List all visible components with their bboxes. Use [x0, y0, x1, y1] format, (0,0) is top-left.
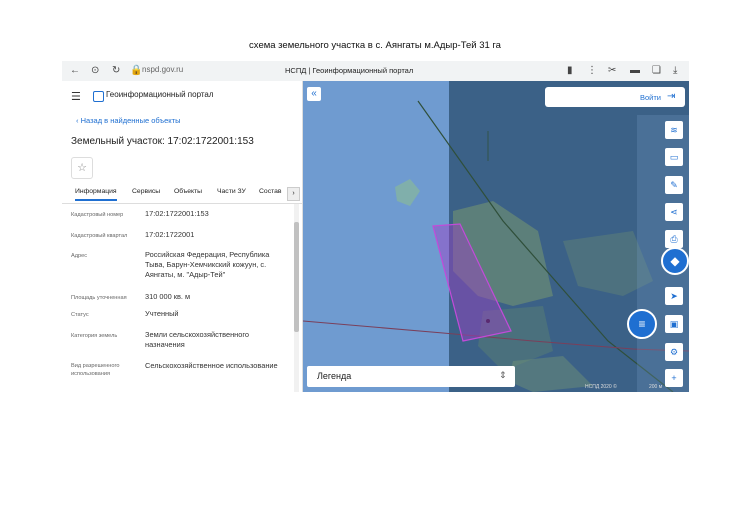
address-value: Российская Федерация, Республика Тыва, Б…	[145, 250, 270, 279]
screenshot: ← ⊙ ↻ 🔒 nspd.gov.ru НСПД | Геоинформацио…	[62, 61, 689, 392]
lock-icon: 🔒	[130, 65, 143, 76]
portal-logo-icon	[93, 91, 104, 102]
settings-icon[interactable]: ⚙	[665, 343, 683, 361]
reload-icon[interactable]: ↻	[112, 65, 120, 77]
hamburger-menu-icon[interactable]: ☰	[71, 90, 81, 103]
login-label: Войти	[640, 93, 661, 102]
status-value: Учтенный	[145, 309, 179, 318]
page-tab-title: НСПД | Геоинформационный портал	[285, 66, 414, 75]
page-title: Земельный участок: 17:02:1722001:153	[71, 136, 254, 147]
locate-icon[interactable]: ➤	[665, 287, 683, 305]
tab-objects[interactable]: Объекты	[174, 188, 202, 195]
login-button[interactable]: Войти ⇥	[545, 87, 685, 107]
ruler-icon[interactable]: ▭	[665, 148, 683, 166]
area-value: 310 000 кв. м	[145, 292, 191, 301]
menu-dots-icon[interactable]: ⋮	[587, 65, 597, 77]
map-copyright: НСПД 2020 ©	[585, 384, 617, 390]
list-menu-fab-icon[interactable]: ≡	[627, 309, 657, 339]
share-icon[interactable]: ⋖	[665, 203, 683, 221]
tab-information[interactable]: Информация	[75, 188, 117, 201]
address-bar[interactable]: nspd.gov.ru	[142, 65, 183, 74]
bookmark-icon[interactable]: ▮	[567, 65, 573, 77]
favorite-star-icon[interactable]: ☆	[71, 157, 93, 179]
browser-toolbar: ← ⊙ ↻ 🔒 nspd.gov.ru НСПД | Геоинформацио…	[62, 61, 689, 82]
area-label: Площадь уточненная	[71, 295, 127, 301]
panel-scrollbar[interactable]	[294, 204, 299, 392]
collapse-panel-button[interactable]: «	[307, 87, 321, 101]
land-category-value: Земли сельскохозяйственного назначения	[145, 330, 250, 349]
chevron-updown-icon: ⇕	[499, 370, 507, 380]
land-category-label: Категория земель	[71, 333, 118, 339]
download-icon[interactable]: ⤓	[673, 65, 677, 77]
scrollbar-thumb[interactable]	[294, 222, 299, 332]
tab-parts[interactable]: Части ЗУ	[217, 188, 246, 195]
forward-icon[interactable]: ⊙	[91, 65, 99, 77]
edit-icon[interactable]: ✎	[665, 176, 683, 194]
parcel-marker	[486, 319, 490, 323]
map-view[interactable]: « Войти ⇥ ≋ ▭ ✎ ⋖ ⎙ ◆ ➤ ▣ ⚙ + − ≡ Легенд…	[303, 81, 689, 392]
map-light-overlay	[303, 81, 449, 392]
search-layer-fab-icon[interactable]: ◆	[661, 247, 689, 275]
shield-icon[interactable]: ▬	[630, 65, 640, 77]
permitted-use-label: Вид разрешенного использования	[71, 363, 120, 377]
map-toolbar: ≋ ▭ ✎ ⋖ ⎙ ◆ ➤ ▣ ⚙ + −	[637, 115, 689, 392]
basemap-icon[interactable]: ▣	[665, 315, 683, 333]
back-to-results-link[interactable]: ‹ Назад в найденные объекты	[76, 116, 180, 125]
document-caption: схема земельного участка в с. Аянгаты м.…	[249, 40, 501, 51]
layers-icon[interactable]: ≋	[665, 121, 683, 139]
satellite-map[interactable]	[303, 81, 689, 392]
puzzle-icon[interactable]: ❏	[652, 65, 661, 77]
print-icon[interactable]: ⎙	[665, 230, 683, 248]
zoom-in-icon[interactable]: +	[665, 369, 683, 387]
extension-icon[interactable]: ✂	[608, 65, 616, 77]
info-panel: ☰ Геоинформационный портал ‹ Назад в най…	[62, 81, 303, 392]
back-arrow-icon[interactable]: ←	[70, 65, 80, 77]
permitted-use-value: Сельскохозяйственное использование	[145, 361, 278, 370]
legend-label: Легенда	[317, 371, 352, 381]
tab-composition[interactable]: Состав	[259, 188, 282, 195]
address-label: Адрес	[71, 253, 88, 259]
tabs-scroll-right-icon[interactable]: ›	[287, 187, 300, 201]
portal-name: Геоинформационный портал	[106, 90, 214, 99]
info-tabs: Информация Сервисы Объекты Части ЗУ Сост…	[62, 183, 302, 204]
tab-services[interactable]: Сервисы	[132, 188, 160, 195]
login-icon: ⇥	[667, 91, 676, 102]
cadastral-number-label: Кадастровый номер	[71, 212, 124, 218]
status-label: Статус	[71, 312, 89, 318]
cadastral-quarter-value: 17:02:1722001	[145, 230, 195, 239]
cadastral-quarter-label: Кадастровый квартал	[71, 233, 128, 239]
cadastral-number-value: 17:02:1722001:153	[145, 209, 209, 218]
legend-dropdown[interactable]: Легенда ⇕	[307, 366, 515, 387]
scale-bar: 200 м	[649, 384, 663, 390]
